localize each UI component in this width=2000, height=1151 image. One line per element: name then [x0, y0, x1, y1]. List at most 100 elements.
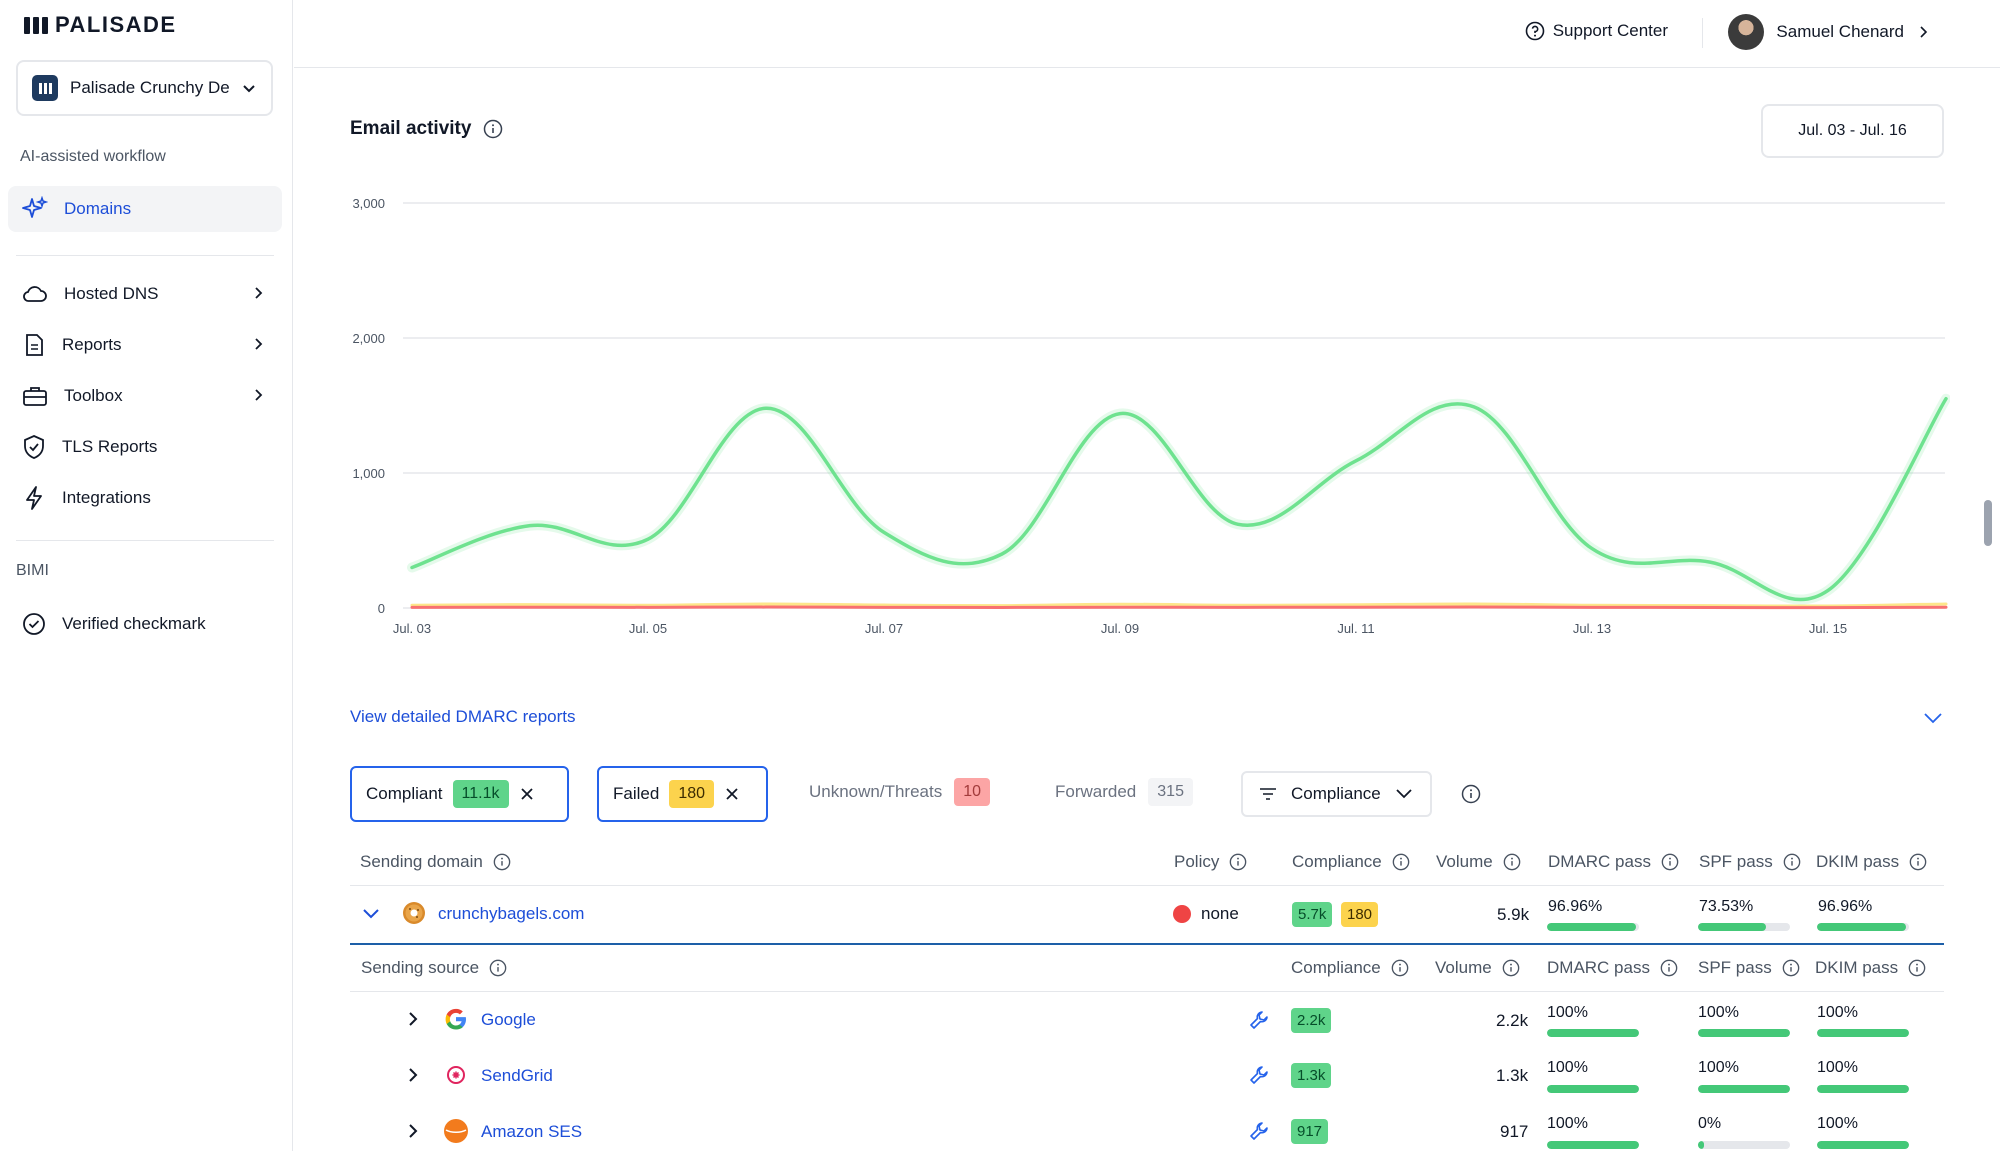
column-header: Volume: [1435, 958, 1492, 977]
x-tick-label: Jul. 11: [1337, 621, 1374, 636]
info-icon[interactable]: [1502, 959, 1520, 977]
close-icon[interactable]: [519, 786, 535, 802]
info-icon[interactable]: [1461, 784, 1481, 804]
bagel-icon: [403, 902, 425, 924]
filter-unknown-threats[interactable]: Unknown/Threats 10: [809, 778, 991, 806]
info-icon[interactable]: [1503, 853, 1521, 871]
filter-forwarded[interactable]: Forwarded 315: [1055, 778, 1193, 806]
col-compliance[interactable]: Compliance: [1292, 852, 1410, 872]
wrench-icon[interactable]: [1248, 1064, 1270, 1086]
filter-compliant[interactable]: Compliant 11.1k: [350, 766, 569, 822]
y-tick-label: 1,000: [352, 466, 385, 481]
col-dmarc-pass[interactable]: DMARC pass: [1548, 852, 1679, 872]
sidebar-item-integrations[interactable]: Integrations: [8, 475, 282, 521]
info-icon[interactable]: [1392, 853, 1410, 871]
column-header: Sending source: [361, 958, 480, 977]
sidebar-item-hosted-dns[interactable]: Hosted DNS: [8, 271, 282, 317]
dmarc-pass-bar: [1547, 1085, 1639, 1093]
chevron-right-icon: [1920, 26, 1928, 38]
col-sending-source[interactable]: Sending source: [361, 958, 507, 978]
chevron-right-icon: [255, 389, 263, 401]
info-icon[interactable]: [489, 959, 507, 977]
col-source-dkim[interactable]: DKIM pass: [1815, 958, 1926, 978]
info-icon[interactable]: [1391, 959, 1409, 977]
sidebar-item-verified-checkmark[interactable]: Verified checkmark: [8, 601, 282, 647]
wrench-icon[interactable]: [1248, 1009, 1270, 1031]
col-source-volume[interactable]: Volume: [1435, 958, 1520, 978]
info-icon[interactable]: [493, 853, 511, 871]
compliant-badge: 5.7k: [1292, 902, 1333, 927]
dmarc-pass-bar: [1547, 1029, 1639, 1037]
wrench-icon[interactable]: [1248, 1120, 1270, 1142]
column-header: Volume: [1436, 852, 1493, 871]
sort-select[interactable]: Compliance: [1241, 771, 1432, 817]
chevron-down-icon: [1396, 789, 1412, 799]
col-source-compliance[interactable]: Compliance: [1291, 958, 1409, 978]
support-center-link[interactable]: Support Center: [1525, 21, 1668, 41]
volume-value: 2.2k: [1496, 1011, 1529, 1030]
email-activity-chart: 0 1,000 2,000 3,000 Jul. 03 Jul. 05 Jul. 07 Jul…: [352, 196, 1950, 636]
chevron-down-icon[interactable]: [361, 906, 381, 922]
scrollbar-thumb[interactable]: [1984, 500, 1992, 546]
source-name-link[interactable]: Amazon SES: [481, 1122, 582, 1142]
sidebar-item-tls-reports[interactable]: TLS Reports: [8, 424, 282, 470]
user-menu[interactable]: Samuel Chenard: [1728, 14, 1930, 50]
spf-pass-bar: [1698, 1029, 1790, 1037]
column-header: Compliance: [1291, 958, 1381, 977]
organization-select[interactable]: Palisade Crunchy Der: [16, 60, 273, 116]
sidebar-item-label: Toolbox: [64, 386, 123, 405]
view-dmarc-reports-link[interactable]: View detailed DMARC reports: [350, 707, 576, 727]
info-icon[interactable]: [1908, 959, 1926, 977]
col-volume[interactable]: Volume: [1436, 852, 1521, 872]
info-icon[interactable]: [483, 119, 503, 139]
x-tick-label: Jul. 09: [1101, 621, 1139, 636]
col-spf-pass[interactable]: SPF pass: [1699, 852, 1801, 872]
column-header: DMARC pass: [1548, 852, 1651, 871]
sidebar-item-toolbox[interactable]: Toolbox: [8, 373, 282, 419]
dmarc-pass-value: 100%: [1547, 1059, 1588, 1076]
dkim-pass-value: 96.96%: [1818, 898, 1873, 915]
col-dkim-pass[interactable]: DKIM pass: [1816, 852, 1927, 872]
col-sending-domain[interactable]: Sending domain: [360, 852, 511, 872]
chevron-right-icon[interactable]: [406, 1010, 420, 1028]
sort-label: Compliance: [1291, 784, 1381, 803]
sidebar-item-domains[interactable]: Domains: [8, 186, 282, 232]
column-header: Compliance: [1292, 852, 1382, 871]
info-icon[interactable]: [1783, 853, 1801, 871]
x-tick-label: Jul. 07: [865, 621, 903, 636]
date-range-button[interactable]: Jul. 03 - Jul. 16: [1761, 104, 1944, 158]
dmarc-pass-bar: [1547, 1141, 1639, 1149]
filter-label: Failed: [613, 784, 660, 803]
x-tick-label: Jul. 03: [393, 621, 431, 636]
spf-pass-bar: [1698, 1085, 1790, 1093]
failed-badge: 180: [1341, 902, 1379, 927]
info-icon[interactable]: [1661, 853, 1679, 871]
chevron-right-icon[interactable]: [406, 1122, 420, 1140]
col-policy[interactable]: Policy: [1174, 852, 1247, 872]
filter-count: 180: [669, 780, 715, 808]
col-source-spf[interactable]: SPF pass: [1698, 958, 1800, 978]
chevron-down-icon[interactable]: [1922, 708, 1944, 728]
close-icon[interactable]: [724, 786, 740, 802]
source-name-link[interactable]: SendGrid: [481, 1066, 553, 1086]
chevron-right-icon[interactable]: [406, 1066, 420, 1084]
info-icon[interactable]: [1782, 959, 1800, 977]
volume-value: 917: [1500, 1122, 1529, 1141]
info-icon[interactable]: [1660, 959, 1678, 977]
sidebar-item-label: Hosted DNS: [64, 284, 159, 303]
info-icon[interactable]: [1909, 853, 1927, 871]
sidebar-item-reports[interactable]: Reports: [8, 322, 282, 368]
info-icon[interactable]: [1229, 853, 1247, 871]
filter-count: 10: [954, 778, 991, 806]
brand-logo[interactable]: PALISADE: [24, 12, 177, 38]
domain-link[interactable]: crunchybagels.com: [438, 904, 584, 924]
help-circle-icon: [1525, 21, 1545, 41]
divider: [350, 943, 1944, 945]
dkim-pass-value: 100%: [1817, 1059, 1858, 1076]
y-tick-label: 3,000: [352, 196, 385, 211]
policy-value: none: [1201, 904, 1239, 923]
series-line-2: [410, 605, 1948, 610]
source-name-link[interactable]: Google: [481, 1010, 536, 1030]
filter-failed[interactable]: Failed 180: [597, 766, 768, 822]
col-source-dmarc[interactable]: DMARC pass: [1547, 958, 1678, 978]
